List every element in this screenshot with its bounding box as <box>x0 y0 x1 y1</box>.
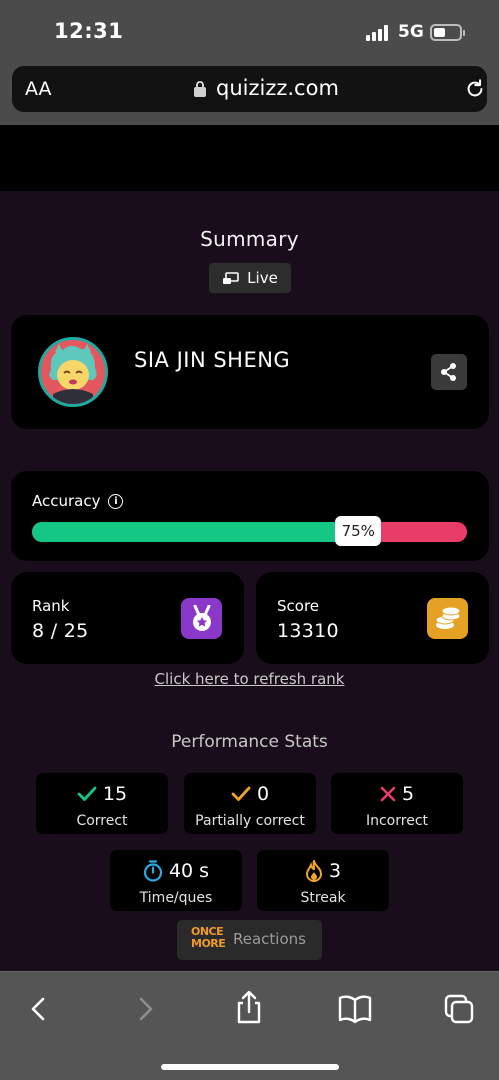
tabs-icon[interactable] <box>444 994 474 1024</box>
status-bar: 12:31 5G <box>0 0 499 62</box>
coins-icon <box>427 598 468 639</box>
streak-value: 3 <box>328 860 342 882</box>
partial-count: 0 <box>256 783 270 805</box>
score-value: 13310 <box>277 620 339 642</box>
streak-label: Streak <box>300 890 346 906</box>
medal-icon <box>181 598 222 639</box>
score-label: Score <box>277 597 320 615</box>
page-header-strip <box>0 125 499 191</box>
incorrect-label: Incorrect <box>365 813 429 829</box>
player-avatar <box>38 337 108 407</box>
live-label: Live <box>247 269 278 287</box>
network-type: 5G <box>398 22 424 42</box>
reactions-button[interactable]: ONCE MORE Reactions <box>177 920 322 960</box>
battery-icon <box>430 24 465 41</box>
rank-value: 8 / 25 <box>32 620 89 642</box>
check-icon <box>231 786 251 801</box>
stat-streak: 3 Streak <box>257 850 389 911</box>
accuracy-bar-correct <box>32 522 359 542</box>
partial-label: Partially correct <box>195 813 305 829</box>
accuracy-label: Accuracy <box>32 492 101 510</box>
share-sheet-icon[interactable] <box>234 990 264 1024</box>
browser-toolbar <box>0 971 499 1080</box>
once-more-logo: ONCE MORE <box>191 925 226 950</box>
accuracy-heading: Accuracy i <box>32 492 124 510</box>
incorrect-count: 5 <box>401 783 415 805</box>
address-bar[interactable]: AA quizizz.com <box>12 66 487 112</box>
player-name: SIA JIN SHENG <box>134 348 291 372</box>
correct-label: Correct <box>76 813 128 829</box>
back-icon[interactable] <box>24 994 54 1024</box>
flame-icon <box>305 860 322 882</box>
live-mode-badge: Live <box>209 263 291 293</box>
score-card: Score 13310 <box>256 572 489 664</box>
refresh-rank-link[interactable]: Click here to refresh rank <box>0 670 499 688</box>
live-icon <box>223 271 239 284</box>
stat-partially-correct: 0 Partially correct <box>184 773 316 834</box>
accuracy-bar <box>32 522 467 542</box>
lock-icon <box>194 81 206 97</box>
cellular-signal-icon <box>366 24 390 41</box>
timer-icon <box>143 860 163 882</box>
cross-icon <box>380 786 396 802</box>
reactions-label: Reactions <box>233 930 306 948</box>
quiz-summary-page: Summary Live SIA JIN SHENG Accuracy i 75… <box>0 191 499 971</box>
performance-stats-title: Performance Stats <box>171 732 328 752</box>
accuracy-card: Accuracy i 75% <box>11 471 489 561</box>
home-indicator <box>161 1064 339 1070</box>
stat-incorrect: 5 Incorrect <box>331 773 463 834</box>
player-card: SIA JIN SHENG <box>11 315 489 429</box>
share-icon <box>441 363 456 381</box>
bookmarks-icon[interactable] <box>338 994 372 1024</box>
status-time: 12:31 <box>54 19 124 43</box>
text-size-button[interactable]: AA <box>25 78 52 100</box>
stat-correct: 15 Correct <box>36 773 168 834</box>
url-domain[interactable]: quizizz.com <box>216 76 339 100</box>
share-button[interactable] <box>431 354 467 390</box>
time-per-question-value: 40 s <box>168 860 210 882</box>
rank-label: Rank <box>32 597 70 615</box>
text-size-label: AA <box>25 78 52 100</box>
correct-count: 15 <box>102 783 128 805</box>
page-title: Summary <box>200 227 299 251</box>
reload-icon[interactable] <box>464 78 486 100</box>
time-per-question-label: Time/ques <box>139 890 213 906</box>
forward-icon[interactable] <box>130 994 160 1024</box>
info-icon[interactable]: i <box>108 493 124 509</box>
rank-card: Rank 8 / 25 <box>11 572 244 664</box>
stat-time-per-question: 40 s Time/ques <box>110 850 242 911</box>
check-icon <box>77 786 97 801</box>
accuracy-percent-badge: 75% <box>335 516 382 546</box>
